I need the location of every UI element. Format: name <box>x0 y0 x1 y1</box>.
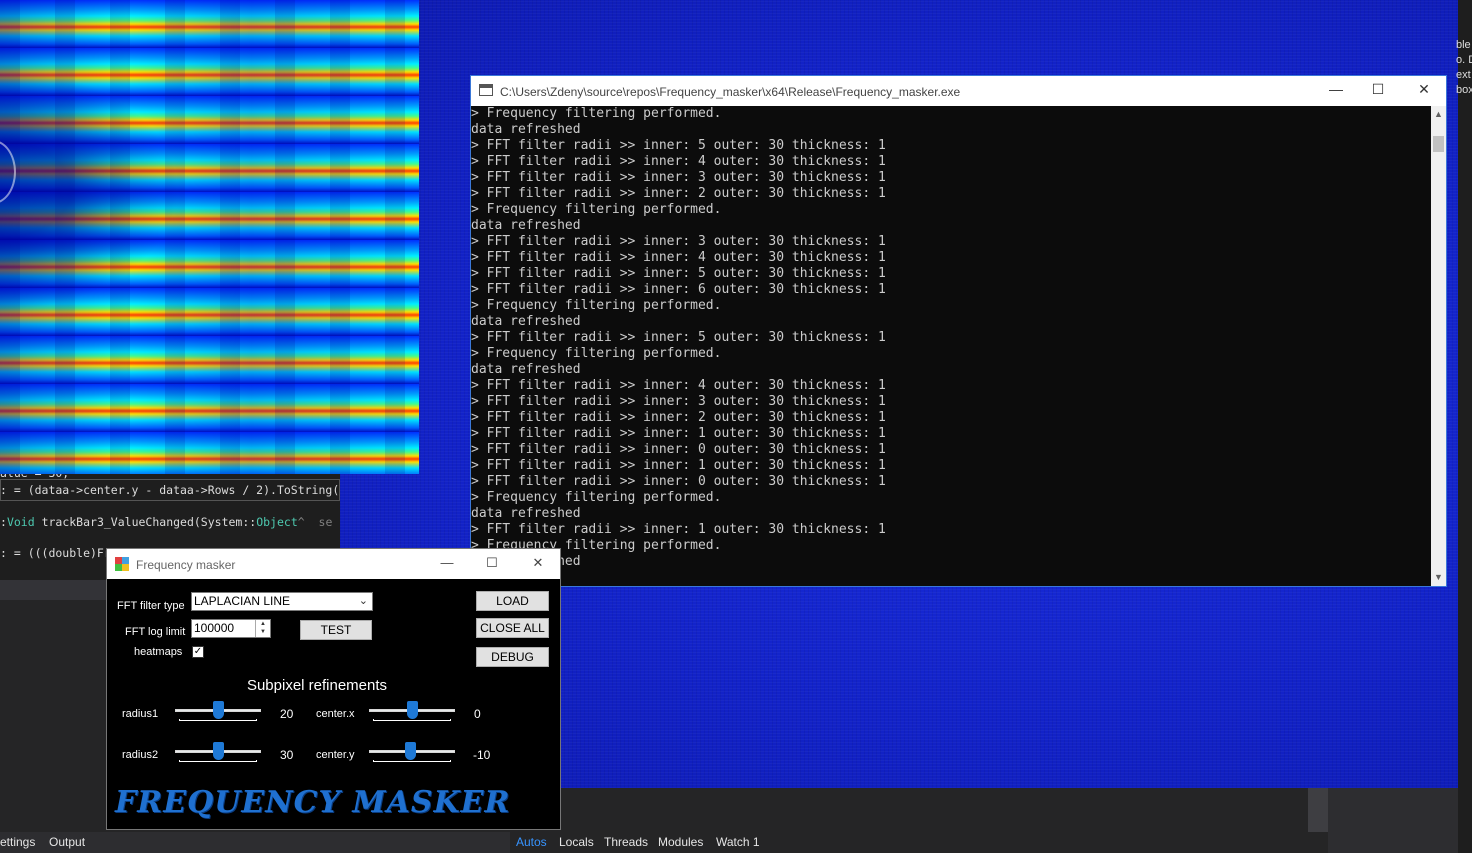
tab-locals[interactable]: Locals <box>559 835 594 849</box>
console-text: > Frequency filtering performed. data ref… <box>471 106 1431 570</box>
console-line: > FFT filter radii >> inner: 1 outer: 30… <box>471 426 886 441</box>
center-x-value: 0 <box>474 707 481 721</box>
radius2-label: radius2 <box>122 749 159 761</box>
console-scrollbar[interactable]: ▲ ▼ <box>1431 106 1446 586</box>
tab-autos[interactable]: Autos <box>516 835 547 849</box>
minimize-button[interactable]: — <box>433 555 461 570</box>
console-line: > FFT filter radii >> inner: 3 outer: 30… <box>471 170 886 185</box>
ide-panel-header <box>0 580 110 600</box>
console-line: > FFT filter radii >> inner: 3 outer: 30… <box>471 234 886 249</box>
debug-button[interactable]: DEBUG <box>476 647 549 667</box>
console-line: > FFT filter radii >> inner: 4 outer: 30… <box>471 250 886 265</box>
tab-settings[interactable]: ettings <box>0 835 35 849</box>
console-line: > Frequency filtering performed. <box>471 202 722 217</box>
center-y-slider[interactable] <box>367 740 457 764</box>
masker-title: Frequency masker <box>136 558 236 572</box>
maximize-button[interactable]: ☐ <box>478 555 506 571</box>
console-line: > FFT filter radii >> inner: 5 outer: 30… <box>471 266 886 281</box>
center-x-label: center.x <box>316 708 355 720</box>
frequency-masker-window[interactable]: Frequency masker — ☐ ✕ FFT filter type L… <box>106 548 561 830</box>
radius2-value: 30 <box>280 748 294 762</box>
fft-filter-type-select[interactable]: LAPLACIAN LINE ⌄ <box>191 592 373 611</box>
code-line: : = (((double)Fr <box>0 546 111 560</box>
console-line: data refreshed <box>471 314 581 329</box>
console-line: > FFT filter radii >> inner: 6 outer: 30… <box>471 282 886 297</box>
console-line: > FFT filter radii >> inner: 0 outer: 30… <box>471 474 886 489</box>
masker-titlebar[interactable]: Frequency masker — ☐ ✕ <box>107 549 560 579</box>
console-line: > Frequency filtering performed. <box>471 538 722 553</box>
fft-filter-type-label: FFT filter type <box>117 600 185 612</box>
fft-log-limit-value: 100000 <box>194 621 235 635</box>
console-line: > FFT filter radii >> inner: 2 outer: 30… <box>471 410 886 425</box>
center-x-slider[interactable] <box>367 699 457 723</box>
console-title: C:\Users\Zdeny\source\repos\Frequency_ma… <box>500 85 961 99</box>
console-line: > FFT filter radii >> inner: 1 outer: 30… <box>471 522 886 537</box>
console-line: > FFT filter radii >> inner: 0 outer: 30… <box>471 442 886 457</box>
console-line: data refreshed <box>471 218 581 233</box>
ide-side-panel <box>1328 788 1458 853</box>
fft-filter-type-value: LAPLACIAN LINE <box>194 594 291 608</box>
load-button[interactable]: LOAD <box>476 591 549 611</box>
console-line: > FFT filter radii >> inner: 2 outer: 30… <box>471 186 886 201</box>
scroll-down-icon[interactable]: ▼ <box>1431 572 1446 582</box>
test-button[interactable]: TEST <box>300 620 372 640</box>
scroll-thumb[interactable] <box>1433 136 1444 152</box>
console-app-icon <box>479 84 493 96</box>
tab-output[interactable]: Output <box>49 835 85 849</box>
maximize-button[interactable]: ☐ <box>1363 81 1393 98</box>
heatmap-image <box>0 0 419 474</box>
fft-log-limit-stepper[interactable]: 100000 ▲ ▼ <box>191 619 271 638</box>
close-button[interactable]: ✕ <box>1409 81 1439 98</box>
scroll-up-icon[interactable]: ▲ <box>1431 109 1446 119</box>
console-line: > Frequency filtering performed. <box>471 346 722 361</box>
chevron-down-icon: ⌄ <box>358 595 368 607</box>
frequency-masker-logo: FREQUENCY MASKER <box>115 785 511 820</box>
center-y-label: center.y <box>316 749 355 761</box>
console-output[interactable]: > Frequency filtering performed. data ref… <box>471 106 1431 586</box>
radius1-slider[interactable] <box>173 699 263 723</box>
code-line-highlight <box>0 479 340 501</box>
radius1-value: 20 <box>280 707 294 721</box>
app-icon <box>115 557 129 571</box>
minimize-button[interactable]: — <box>1321 81 1351 97</box>
tab-threads[interactable]: Threads <box>604 835 648 849</box>
ide-right-edge <box>1458 0 1472 853</box>
console-line: data refreshed <box>471 506 581 521</box>
heatmaps-checkbox[interactable]: ✓ <box>192 646 204 658</box>
close-button[interactable]: ✕ <box>524 555 552 571</box>
console-line: > Frequency filtering performed. <box>471 490 722 505</box>
console-line: > FFT filter radii >> inner: 5 outer: 30… <box>471 138 886 153</box>
stepper-arrows-icon[interactable]: ▲ ▼ <box>255 620 270 637</box>
console-line: data refreshed <box>471 362 581 377</box>
close-all-button[interactable]: CLOSE ALL <box>476 618 549 638</box>
console-line: > FFT filter radii >> inner: 4 outer: 30… <box>471 378 886 393</box>
tab-modules[interactable]: Modules <box>658 835 703 849</box>
heatmap-overlay <box>0 0 419 474</box>
ide-scrollbar[interactable] <box>1308 788 1328 832</box>
console-line: > Frequency filtering performed. <box>471 298 722 313</box>
console-titlebar[interactable]: C:\Users\Zdeny\source\repos\Frequency_ma… <box>471 76 1446 106</box>
fft-log-limit-label: FFT log limit <box>125 626 186 638</box>
heatmaps-label: heatmaps <box>134 646 183 658</box>
console-line: > Frequency filtering performed. <box>471 106 722 121</box>
tab-watch1[interactable]: Watch 1 <box>716 835 760 849</box>
code-line: :Void trackBar3_ValueChanged(System::Obj… <box>0 515 333 529</box>
radius1-label: radius1 <box>122 708 159 720</box>
console-line: > FFT filter radii >> inner: 5 outer: 30… <box>471 330 886 345</box>
subpixel-heading: Subpixel refinements <box>246 677 388 694</box>
console-line: data refreshed <box>471 554 1431 570</box>
radius2-slider[interactable] <box>173 740 263 764</box>
console-window[interactable]: C:\Users\Zdeny\source\repos\Frequency_ma… <box>470 75 1447 587</box>
console-line: data refreshed <box>471 122 581 137</box>
console-line: > FFT filter radii >> inner: 4 outer: 30… <box>471 154 886 169</box>
console-line: > FFT filter radii >> inner: 1 outer: 30… <box>471 458 886 473</box>
center-y-value: -10 <box>473 748 491 762</box>
console-line: > FFT filter radii >> inner: 3 outer: 30… <box>471 394 886 409</box>
ide-right-edge-text: ble o. D ext box <box>1456 39 1472 96</box>
